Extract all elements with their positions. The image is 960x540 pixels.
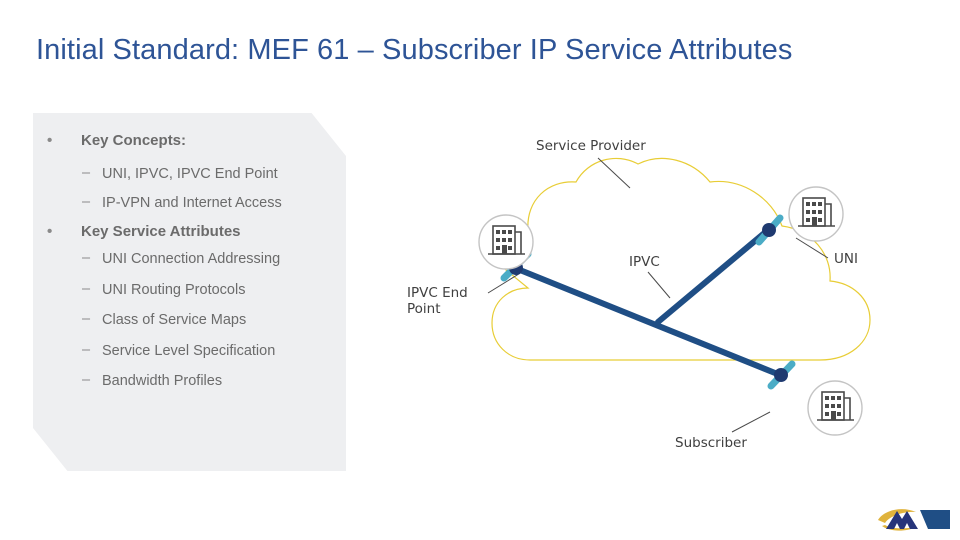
list-item-label: Bandwidth Profiles	[102, 373, 223, 390]
key-points-list: • Key Concepts: – UNI, IPVC, IPVC End Po…	[33, 113, 346, 471]
list-item-label: Class of Service Maps	[102, 312, 247, 329]
mef-logo	[876, 502, 952, 536]
list-item-label: Key Service Attributes	[81, 222, 241, 240]
list-item-uni-ipvc-endpoint: – UNI, IPVC, IPVC End Point	[33, 165, 346, 184]
ipvc-end-point-node-top-right	[762, 223, 776, 237]
dash-marker: –	[82, 372, 91, 389]
label-service-provider: Service Provider	[536, 138, 646, 154]
list-item-key-service-attributes: • Key Service Attributes	[33, 222, 346, 242]
list-item-label: UNI, IPVC, IPVC End Point	[102, 165, 278, 182]
dash-marker: –	[82, 250, 91, 267]
bullet-marker: •	[47, 222, 53, 240]
label-subscriber: Subscriber	[675, 435, 747, 451]
slide: Initial Standard: MEF 61 – Subscriber IP…	[0, 0, 960, 540]
list-item-class-of-service-maps: – Class of Service Maps	[33, 311, 346, 330]
list-item-service-level-specification: – Service Level Specification	[33, 342, 346, 361]
logo-block	[920, 510, 950, 529]
ipvc-end-point-node-bottom-right	[774, 368, 788, 382]
leader-line-subscriber	[731, 411, 771, 433]
dash-marker: –	[82, 164, 91, 181]
list-item-label: UNI Routing Protocols	[102, 281, 246, 298]
building-icon-top-right	[788, 186, 844, 242]
list-item-ipvpn-internet-access: – IP-VPN and Internet Access	[33, 194, 346, 213]
list-item-label: IP-VPN and Internet Access	[102, 195, 282, 212]
list-item-key-concepts: • Key Concepts:	[33, 131, 346, 151]
dash-marker: –	[82, 280, 91, 297]
page-title: Initial Standard: MEF 61 – Subscriber IP…	[36, 34, 793, 66]
label-ipvc: IPVC	[629, 254, 660, 270]
list-item-uni-routing-protocols: – UNI Routing Protocols	[33, 281, 346, 300]
list-item-bandwidth-profiles: – Bandwidth Profiles	[33, 372, 346, 391]
label-ipvc-end-point: IPVC End Point	[407, 285, 468, 318]
list-item-uni-connection-addressing: – UNI Connection Addressing	[33, 250, 346, 269]
building-icon-left	[478, 214, 534, 270]
dash-marker: –	[82, 194, 91, 211]
dash-marker: –	[82, 341, 91, 358]
dash-marker: –	[82, 311, 91, 328]
label-uni: UNI	[834, 251, 858, 267]
list-item-label: Service Level Specification	[102, 342, 276, 359]
list-item-label: UNI Connection Addressing	[102, 251, 281, 268]
network-diagram: Service Provider IPVC IPVC End Point UNI…	[380, 120, 960, 480]
building-icon-bottom-right	[807, 380, 863, 436]
list-item-label: Key Concepts:	[81, 132, 187, 149]
bullet-marker: •	[47, 132, 53, 149]
